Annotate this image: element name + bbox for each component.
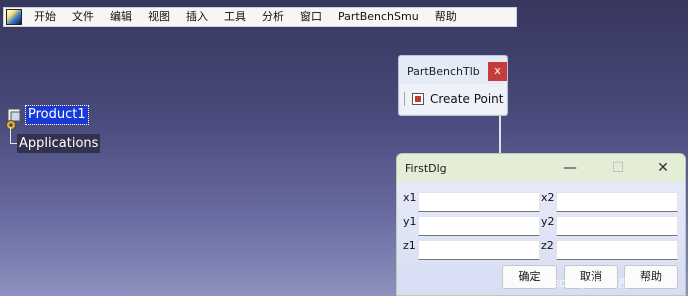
maximize-button[interactable]: ☐ (607, 158, 629, 178)
tree-node-applications[interactable]: Applications (17, 134, 101, 153)
x2-input[interactable] (556, 192, 678, 212)
menu-file[interactable]: 文件 (64, 8, 102, 26)
toolbar-close-button[interactable]: x (488, 62, 507, 81)
menu-edit[interactable]: 编辑 (102, 8, 140, 26)
menu-insert[interactable]: 插入 (178, 8, 216, 26)
z2-label: z2 (541, 239, 554, 252)
menu-view[interactable]: 视图 (140, 8, 178, 26)
menu-partbenchsmu[interactable]: PartBenchSmu (330, 8, 427, 26)
menu-help[interactable]: 帮助 (427, 8, 465, 26)
y2-input[interactable] (556, 216, 678, 236)
create-point-button[interactable]: Create Point (430, 92, 503, 106)
z1-label: z1 (403, 239, 416, 252)
connector-line (499, 116, 501, 153)
app-logo-icon[interactable] (6, 9, 22, 25)
dialog-titlebar[interactable]: FirstDlg — ☐ ✕ (397, 154, 685, 182)
toolbar-body: Create Point (400, 84, 506, 114)
toolbar-grip[interactable] (404, 92, 406, 106)
close-button[interactable]: ✕ (652, 158, 674, 178)
menu-bar: 开始 文件 编辑 视图 插入 工具 分析 窗口 PartBenchSmu 帮助 (3, 7, 517, 27)
y1-input[interactable] (418, 216, 540, 236)
minimize-button[interactable]: — (559, 158, 581, 178)
z1-input[interactable] (418, 240, 540, 260)
menu-analyze[interactable]: 分析 (254, 8, 292, 26)
toolbar-title: PartBenchTlb (407, 65, 480, 78)
x1-input[interactable] (418, 192, 540, 212)
dialog-title: FirstDlg (405, 162, 447, 175)
menu-window[interactable]: 窗口 (292, 8, 330, 26)
z2-input[interactable] (556, 240, 678, 260)
tree-node-product1[interactable]: Product1 (25, 105, 89, 125)
x2-label: x2 (541, 191, 555, 204)
y1-label: y1 (403, 215, 417, 228)
watermark: CSDN @斯巴拉西德斯拉 (546, 279, 658, 290)
x1-label: x1 (403, 191, 417, 204)
create-point-icon[interactable] (412, 93, 424, 105)
menu-tools[interactable]: 工具 (216, 8, 254, 26)
partbench-toolbar: PartBenchTlb x Create Point (398, 55, 508, 116)
y2-label: y2 (541, 215, 555, 228)
menu-start[interactable]: 开始 (26, 8, 64, 26)
